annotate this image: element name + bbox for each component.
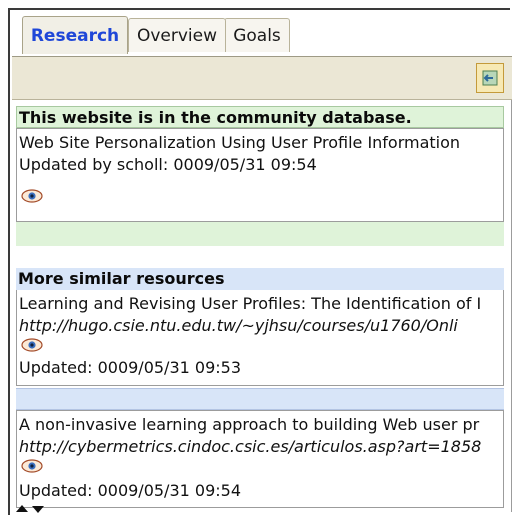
similar-item-url[interactable]: http://hugo.csie.ntu.edu.tw/~yjhsu/cours… [19,316,458,335]
similar-item-updated: Updated: 0009/05/31 09:54 [19,481,241,500]
separator-band [16,388,504,410]
similar-header: More similar resources [16,268,504,290]
tab-overview[interactable]: Overview [128,18,226,52]
community-header: This website is in the community databas… [16,106,504,128]
back-button[interactable] [476,63,504,93]
spacer-band [16,222,504,246]
resize-handle-icon[interactable] [14,502,54,516]
community-title[interactable]: Web Site Personalization Using User Prof… [19,133,460,152]
eye-icon[interactable] [21,338,43,352]
toolbar [12,56,512,100]
results-pane: This website is in the community databas… [12,100,512,512]
eye-icon[interactable] [21,189,43,203]
back-arrow-icon [482,70,498,86]
tab-goals[interactable]: Goals [224,18,290,52]
similar-item: A non-invasive learning approach to buil… [16,410,504,508]
tab-bar: Goals Overview Research [12,14,508,56]
similar-item-title[interactable]: Learning and Revising User Profiles: The… [19,294,481,313]
community-entry: Web Site Personalization Using User Prof… [16,128,504,222]
similar-item-url[interactable]: http://cybermetrics.cindoc.csic.es/artic… [19,437,481,456]
similar-item: Learning and Revising User Profiles: The… [16,290,504,386]
similar-item-updated: Updated: 0009/05/31 09:53 [19,358,241,377]
community-updated: Updated by scholl: 0009/05/31 09:54 [19,155,317,174]
sidebar-panel: Goals Overview Research This website is … [8,8,512,515]
tab-research[interactable]: Research [22,16,128,54]
similar-item-title[interactable]: A non-invasive learning approach to buil… [19,415,479,434]
eye-icon[interactable] [21,459,43,473]
